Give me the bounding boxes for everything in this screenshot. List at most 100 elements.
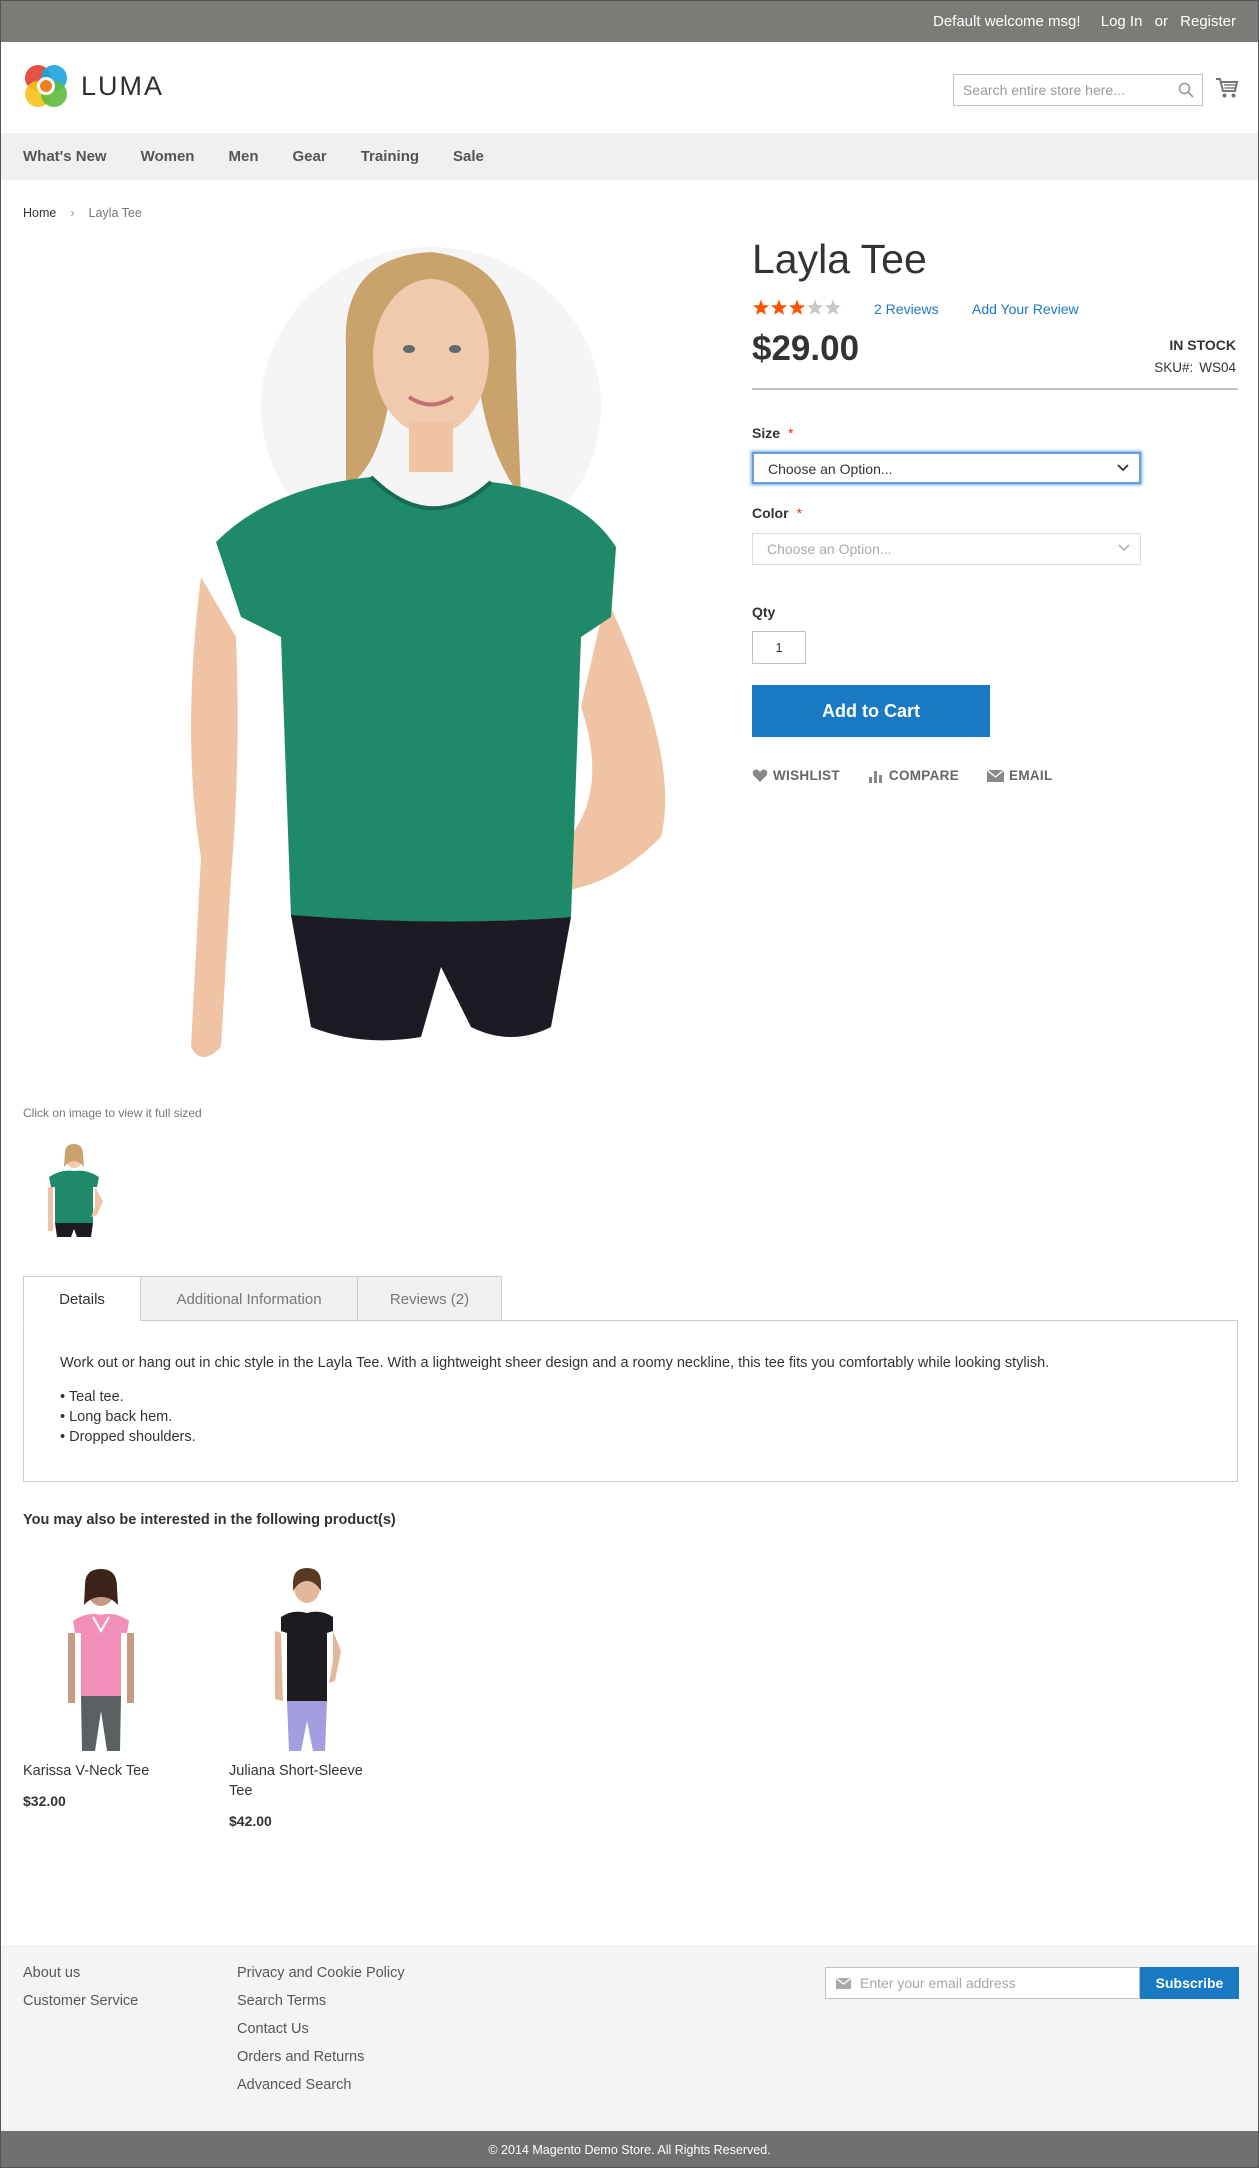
search-input[interactable] (954, 75, 1169, 105)
product-thumbnail[interactable] (39, 1141, 109, 1253)
star-icon (824, 299, 842, 315)
chevron-down-icon (1117, 464, 1129, 472)
heart-icon (752, 769, 768, 782)
add-review-link[interactable]: Add Your Review (972, 301, 1079, 317)
email-label: EMAIL (1009, 768, 1053, 783)
tab-details[interactable]: Details (23, 1276, 141, 1321)
nav-item-women[interactable]: Women (141, 148, 195, 165)
product-title: Layla Tee (752, 236, 927, 282)
related-product-price: $32.00 (23, 1793, 66, 1809)
tab-reviews[interactable]: Reviews (2) (357, 1276, 502, 1321)
details-description: Work out or hang out in chic style in th… (60, 1355, 1050, 1371)
footer-link-orders-returns[interactable]: Orders and Returns (237, 2049, 405, 2077)
page-frame: Default welcome msg! Log In or Register … (0, 0, 1259, 2168)
color-label: Color * (752, 505, 802, 521)
related-product-name[interactable]: Karissa V-Neck Tee (23, 1761, 173, 1781)
star-icon (806, 299, 824, 315)
cart-icon[interactable] (1215, 77, 1239, 99)
newsletter-email-input[interactable] (860, 1968, 1135, 1998)
nav-item-training[interactable]: Training (361, 148, 419, 165)
product-price: $29.00 (752, 329, 860, 368)
logo-text[interactable]: LUMA (81, 71, 164, 102)
register-link[interactable]: Register (1180, 13, 1236, 30)
product-tabs: Details Additional Information Reviews (… (23, 1276, 502, 1321)
footer: About us Customer Service Privacy and Co… (1, 1945, 1258, 2131)
tab-additional-information[interactable]: Additional Information (140, 1276, 358, 1321)
luma-logo-icon[interactable] (23, 63, 69, 109)
star-icon (788, 299, 806, 315)
newsletter-form: Subscribe (825, 1967, 1239, 1999)
related-product-image[interactable] (229, 1561, 379, 1751)
details-bullets: • Teal tee. • Long back hem. • Dropped s… (60, 1387, 196, 1447)
product-actions: WISHLIST COMPARE EMAIL (752, 768, 1081, 783)
breadcrumb-current: Layla Tee (88, 206, 142, 220)
newsletter-email-field (825, 1967, 1140, 1999)
footer-link-advanced-search[interactable]: Advanced Search (237, 2077, 405, 2105)
add-to-cart-button[interactable]: Add to Cart (752, 685, 990, 737)
details-bullet: • Long back hem. (60, 1409, 173, 1425)
or-text: or (1154, 13, 1168, 30)
required-mark: * (788, 425, 794, 441)
sku: SKU#: WS04 (1154, 360, 1236, 375)
wishlist-button[interactable]: WISHLIST (752, 768, 840, 783)
related-product-name[interactable]: Juliana Short-Sleeve Tee (229, 1761, 369, 1801)
qty-label: Qty (752, 604, 776, 620)
tab-details-content: Work out or hang out in chic style in th… (23, 1320, 1238, 1482)
nav-item-men[interactable]: Men (228, 148, 258, 165)
related-product-price: $42.00 (229, 1813, 272, 1829)
size-select[interactable]: Choose an Option... (752, 452, 1141, 484)
image-note: Click on image to view it full sized (23, 1106, 202, 1120)
envelope-icon (836, 1978, 851, 1989)
star-icon (752, 299, 770, 315)
compare-icon (868, 770, 882, 783)
footer-link-customer-service[interactable]: Customer Service (23, 1993, 138, 2021)
sku-label: SKU#: (1154, 360, 1194, 375)
qty-input[interactable]: 1 (752, 631, 806, 664)
chevron-down-icon (1118, 544, 1130, 552)
related-title: You may also be interested in the follow… (23, 1512, 396, 1528)
top-bar: Default welcome msg! Log In or Register (1, 1, 1258, 42)
color-select-value: Choose an Option... (767, 541, 892, 557)
stock-status: IN STOCK (1169, 337, 1236, 353)
required-mark: * (796, 505, 803, 521)
copyright: © 2014 Magento Demo Store. All Rights Re… (1, 2131, 1258, 2167)
footer-link-contact-us[interactable]: Contact Us (237, 2021, 405, 2049)
color-select[interactable]: Choose an Option... (752, 533, 1141, 565)
main-navigation: What's New Women Men Gear Training Sale (1, 133, 1258, 180)
search-box (953, 74, 1203, 106)
footer-link-privacy[interactable]: Privacy and Cookie Policy (237, 1965, 405, 1993)
details-bullet: • Teal tee. (60, 1389, 124, 1405)
compare-label: COMPARE (888, 768, 960, 783)
nav-item-sale[interactable]: Sale (453, 148, 484, 165)
breadcrumb-chevron-icon: › (70, 206, 75, 220)
info-divider (752, 388, 1238, 390)
login-link[interactable]: Log In (1101, 13, 1143, 30)
breadcrumb-home[interactable]: Home (23, 206, 56, 220)
footer-links-col2: Privacy and Cookie Policy Search Terms C… (237, 1965, 405, 2105)
breadcrumb: Home › Layla Tee (23, 206, 142, 220)
search-icon[interactable] (1178, 82, 1194, 98)
header-links: Default welcome msg! Log In or Register (921, 13, 1236, 30)
color-label-text: Color (752, 505, 789, 521)
footer-link-about-us[interactable]: About us (23, 1965, 138, 1993)
size-label-text: Size (752, 425, 781, 441)
product-main-image[interactable] (141, 237, 701, 1095)
reviews-link[interactable]: 2 Reviews (874, 301, 939, 317)
subscribe-button[interactable]: Subscribe (1140, 1967, 1239, 1999)
footer-links-col1: About us Customer Service (23, 1965, 138, 2021)
size-select-value: Choose an Option... (768, 461, 893, 477)
related-product-image[interactable] (23, 1561, 173, 1751)
sku-value: WS04 (1199, 360, 1236, 375)
wishlist-label: WISHLIST (773, 768, 840, 783)
details-bullet: • Dropped shoulders. (60, 1429, 196, 1445)
email-button[interactable]: EMAIL (987, 768, 1053, 783)
size-label: Size * (752, 425, 793, 441)
star-icon (770, 299, 788, 315)
compare-button[interactable]: COMPARE (868, 768, 959, 783)
envelope-icon (987, 769, 1005, 782)
nav-item-whats-new[interactable]: What's New (23, 148, 107, 165)
nav-item-gear[interactable]: Gear (292, 148, 326, 165)
rating-stars (752, 299, 842, 315)
welcome-message: Default welcome msg! (933, 13, 1081, 30)
footer-link-search-terms[interactable]: Search Terms (237, 1993, 405, 2021)
